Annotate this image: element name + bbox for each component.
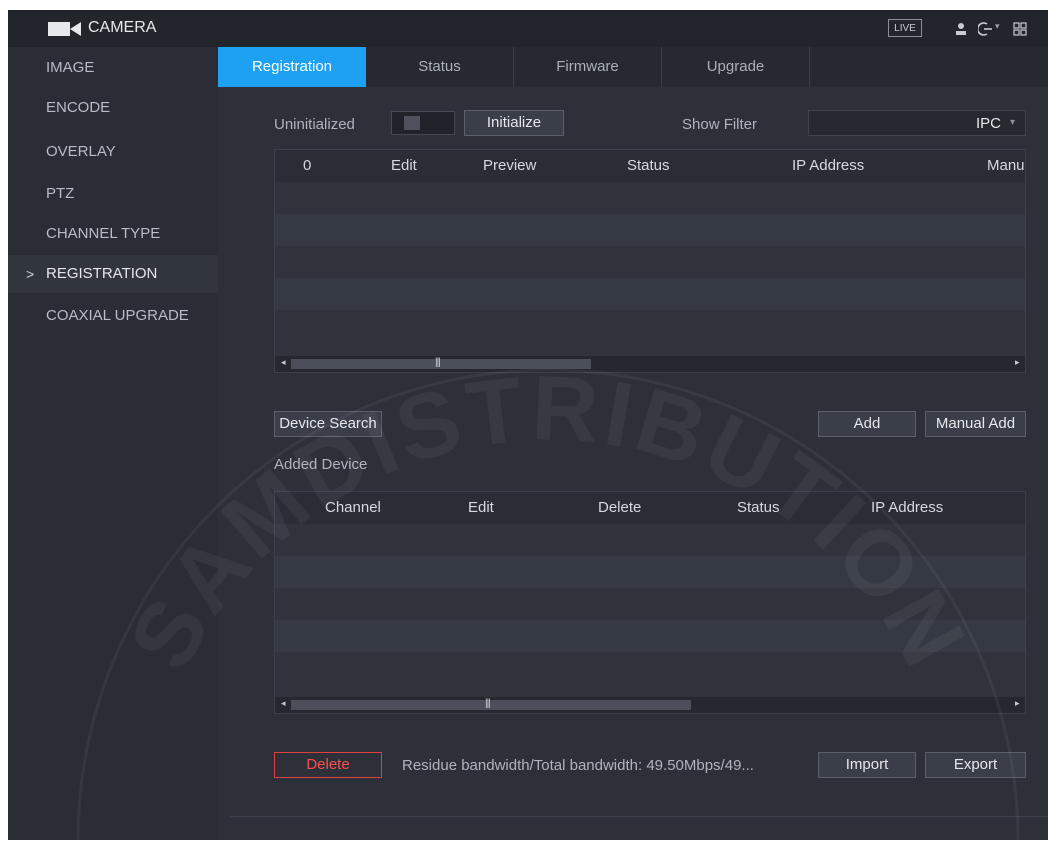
- delete-button[interactable]: Delete: [274, 752, 382, 778]
- bandwidth-value: 49.50Mbps/49...: [646, 757, 754, 774]
- table-row[interactable]: [275, 620, 1025, 652]
- table-row[interactable]: [275, 278, 1025, 310]
- column-header-delete[interactable]: Delete: [598, 492, 641, 524]
- bandwidth-label: Residue bandwidth/Total bandwidth: 49.50…: [402, 757, 754, 774]
- toggle-knob: [404, 116, 420, 130]
- table-row[interactable]: [275, 652, 1025, 684]
- table-row[interactable]: [275, 556, 1025, 588]
- column-header-ip-address[interactable]: IP Address: [871, 492, 943, 524]
- import-button[interactable]: Import: [818, 752, 916, 778]
- export-button[interactable]: Export: [925, 752, 1026, 778]
- app-window: CAMERA LIVE ▾ IMAGE ENCODE OVERLAY PTZ C…: [8, 10, 1048, 840]
- table-row[interactable]: [275, 588, 1025, 620]
- sidebar-item-coaxial-upgrade[interactable]: COAXIAL UPGRADE: [8, 297, 218, 335]
- grip-icon: |||: [485, 698, 491, 709]
- menu-grid-icon[interactable]: [1013, 22, 1027, 36]
- scrollbar-thumb[interactable]: [291, 700, 691, 710]
- sidebar-item-label: PTZ: [46, 185, 75, 202]
- sidebar-item-overlay[interactable]: OVERLAY: [8, 133, 218, 171]
- sidebar: IMAGE ENCODE OVERLAY PTZ CHANNEL TYPE > …: [8, 47, 218, 840]
- sidebar-item-label: IMAGE: [46, 59, 95, 76]
- sidebar-item-channel-type[interactable]: CHANNEL TYPE: [8, 215, 218, 253]
- scroll-right-icon[interactable]: ▸: [1015, 357, 1020, 368]
- chevron-down-icon[interactable]: ▾: [995, 21, 1000, 32]
- column-header-status[interactable]: Status: [627, 150, 670, 182]
- column-header-edit[interactable]: Edit: [391, 150, 417, 182]
- table-row[interactable]: [275, 246, 1025, 278]
- table-row[interactable]: [275, 182, 1025, 214]
- tab-bar: Registration Status Firmware Upgrade: [218, 47, 1048, 87]
- column-header-ip-address[interactable]: IP Address: [792, 150, 864, 182]
- sidebar-item-registration[interactable]: > REGISTRATION: [8, 255, 218, 293]
- column-header-channel[interactable]: Channel: [325, 492, 381, 524]
- search-results-table: 0 Edit Preview Status IP Address Manu ◂ …: [274, 149, 1026, 373]
- uninitialized-toggle[interactable]: [391, 111, 455, 135]
- column-header-status[interactable]: Status: [737, 492, 780, 524]
- show-filter-label: Show Filter: [682, 116, 758, 133]
- manual-add-button[interactable]: Manual Add: [925, 411, 1026, 437]
- tab-firmware[interactable]: Firmware: [514, 47, 662, 87]
- sidebar-item-label: OVERLAY: [46, 143, 116, 160]
- column-header-manufacturer[interactable]: Manu: [987, 150, 1025, 182]
- live-button[interactable]: LIVE: [888, 19, 922, 37]
- add-button[interactable]: Add: [818, 411, 916, 437]
- column-header-edit[interactable]: Edit: [468, 492, 494, 524]
- bandwidth-caption: Residue bandwidth/Total bandwidth:: [402, 757, 643, 774]
- uninitialized-label: Uninitialized: [274, 116, 355, 133]
- app-title: CAMERA: [88, 19, 157, 36]
- added-devices-table: Channel Edit Delete Status IP Address ◂ …: [274, 491, 1026, 714]
- sidebar-item-label: REGISTRATION: [46, 265, 158, 282]
- top-bar: CAMERA LIVE ▾: [8, 10, 1048, 47]
- scroll-right-icon[interactable]: ▸: [1015, 698, 1020, 709]
- show-filter-value: IPC: [975, 115, 1001, 132]
- user-icon[interactable]: [954, 22, 968, 36]
- logout-icon[interactable]: [978, 22, 994, 36]
- scrollbar-thumb[interactable]: [291, 359, 591, 369]
- sidebar-item-label: CHANNEL TYPE: [46, 225, 161, 242]
- tab-registration[interactable]: Registration: [218, 47, 366, 87]
- tab-status[interactable]: Status: [366, 47, 514, 87]
- device-search-button[interactable]: Device Search: [274, 411, 382, 437]
- scroll-left-icon[interactable]: ◂: [281, 698, 286, 709]
- added-device-label: Added Device: [274, 456, 368, 473]
- sidebar-item-image[interactable]: IMAGE: [8, 49, 218, 87]
- divider: [230, 816, 1048, 817]
- table-row[interactable]: [275, 524, 1025, 556]
- initialize-button[interactable]: Initialize: [464, 110, 564, 136]
- scroll-left-icon[interactable]: ◂: [281, 357, 286, 368]
- sidebar-item-label: ENCODE: [46, 99, 111, 116]
- table-header: Channel Edit Delete Status IP Address: [275, 492, 1025, 524]
- grip-icon: |||: [435, 357, 441, 368]
- horizontal-scrollbar[interactable]: ◂ ||| ▸: [275, 697, 1025, 713]
- table-row[interactable]: [275, 310, 1025, 342]
- chevron-right-icon: >: [26, 266, 35, 282]
- table-row[interactable]: [275, 214, 1025, 246]
- camera-icon: [48, 22, 81, 36]
- sidebar-item-label: COAXIAL UPGRADE: [46, 307, 189, 324]
- tab-upgrade[interactable]: Upgrade: [662, 47, 810, 87]
- sidebar-item-ptz[interactable]: PTZ: [8, 175, 218, 213]
- table-header: 0 Edit Preview Status IP Address Manu: [275, 150, 1025, 182]
- horizontal-scrollbar[interactable]: ◂ ||| ▸: [275, 356, 1025, 372]
- sidebar-item-encode[interactable]: ENCODE: [8, 89, 218, 127]
- show-filter-select[interactable]: IPC ▾: [808, 110, 1026, 136]
- column-header-preview[interactable]: Preview: [483, 150, 536, 182]
- chevron-down-icon: ▾: [1009, 117, 1015, 128]
- column-header-index[interactable]: 0: [303, 150, 311, 182]
